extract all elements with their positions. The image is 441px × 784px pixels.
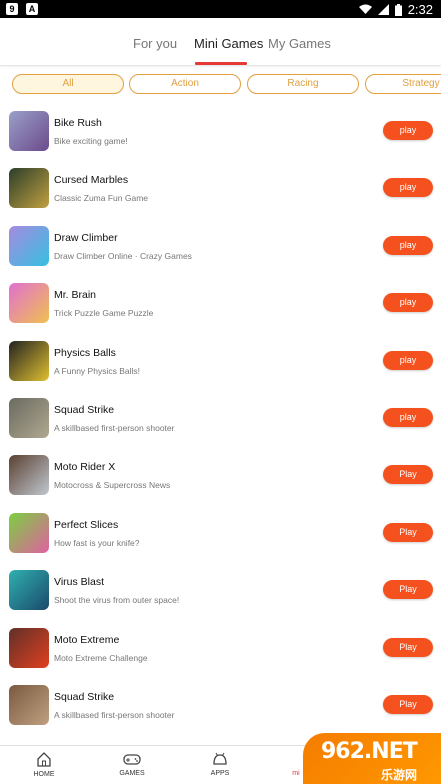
watermark-text: 962.NET: [321, 739, 418, 764]
game-thumbnail[interactable]: [9, 283, 49, 324]
game-row[interactable]: Physics Balls A Funny Physics Balls! play: [0, 333, 441, 390]
game-thumbnail[interactable]: [9, 455, 49, 496]
game-subtitle: How fast is your knife?: [54, 537, 140, 548]
game-row[interactable]: Mr. Brain Trick Puzzle Game Puzzle play: [0, 275, 441, 332]
play-button[interactable]: Play: [383, 580, 433, 600]
home-icon: [37, 752, 51, 767]
status-time: 2:32: [407, 2, 433, 17]
game-thumbnail[interactable]: [9, 512, 49, 553]
game-title: Bike Rush: [54, 117, 102, 129]
nav-games-label: GAMES: [119, 770, 145, 777]
nav-apps-label: APPS: [210, 770, 230, 777]
active-tab-indicator: [195, 62, 247, 65]
tab-for-you[interactable]: For you: [133, 36, 177, 51]
game-subtitle: Trick Puzzle Game Puzzle: [54, 308, 154, 319]
game-subtitle: Classic Zuma Fun Game: [54, 193, 148, 204]
play-button[interactable]: play: [383, 121, 433, 140]
game-title: Cursed Marbles: [54, 174, 129, 187]
watermark-subtext: 乐游网: [381, 768, 418, 782]
game-thumbnail[interactable]: [9, 570, 49, 611]
game-title: Virus Blast: [54, 576, 104, 589]
app-notification-icon: 9: [6, 3, 18, 15]
game-subtitle: A skillbased first-person shooter: [54, 423, 175, 433]
filter-all[interactable]: All: [12, 74, 124, 94]
play-button[interactable]: Play: [383, 695, 433, 714]
game-thumbnail[interactable]: [9, 685, 49, 725]
play-button[interactable]: Play: [383, 465, 433, 485]
game-subtitle: A skillbased first-person shooter: [54, 710, 175, 720]
category-filters: All Action Racing Strategy: [0, 74, 441, 98]
filter-strategy[interactable]: Strategy: [365, 74, 441, 94]
play-button[interactable]: play: [383, 178, 433, 198]
game-title: Moto Extreme: [54, 633, 120, 646]
top-tab-bar: For you Mini Games My Games: [0, 18, 441, 66]
game-row[interactable]: Squad Strike A skillbased first-person sh…: [0, 677, 441, 734]
game-subtitle: Bike exciting game!: [54, 136, 128, 146]
game-subtitle: Shoot the virus from outer space!: [54, 595, 180, 606]
game-thumbnail[interactable]: [9, 627, 49, 668]
game-row[interactable]: Moto Extreme Moto Extreme Challenge Play: [0, 620, 441, 677]
game-thumbnail[interactable]: [9, 340, 49, 381]
nav-games[interactable]: GAMES: [112, 752, 152, 777]
android-icon: [213, 752, 227, 765]
game-title: Physics Balls: [54, 346, 116, 359]
game-subtitle: Draw Climber Online · Crazy Games: [54, 250, 192, 261]
play-button[interactable]: Play: [383, 637, 433, 657]
watermark-logo: 962.NET 乐游网: [303, 733, 441, 784]
gamepad-icon: [123, 754, 141, 765]
nav-home-label: HOME: [33, 771, 55, 778]
play-button[interactable]: play: [383, 235, 433, 255]
game-title: Squad Strike: [54, 404, 115, 416]
signal-icon: [377, 4, 389, 15]
tab-my-games[interactable]: My Games: [268, 36, 331, 51]
game-title: Draw Climber: [54, 231, 118, 244]
game-row[interactable]: Moto Rider X Motocross & Supercross News P…: [0, 447, 441, 504]
game-subtitle: A Funny Physics Balls!: [54, 365, 140, 376]
nav-home[interactable]: HOME: [24, 752, 64, 778]
game-thumbnail[interactable]: [9, 398, 49, 438]
game-title: Moto Rider X: [54, 461, 116, 474]
nav-apps[interactable]: APPS: [200, 752, 240, 777]
game-title: Squad Strike: [54, 691, 115, 703]
a-notification-icon: A: [26, 3, 38, 15]
battery-icon: [394, 3, 402, 16]
game-row[interactable]: Perfect Slices How fast is your knife? Pla…: [0, 505, 441, 562]
play-button[interactable]: Play: [383, 522, 433, 542]
game-subtitle: Moto Extreme Challenge: [54, 652, 148, 663]
filter-action[interactable]: Action: [129, 74, 241, 94]
game-thumbnail[interactable]: [9, 168, 49, 209]
status-bar: 9 A 2:32: [0, 0, 441, 18]
game-title: Mr. Brain: [54, 289, 97, 302]
game-title: Perfect Slices: [54, 518, 119, 531]
wifi-icon: [358, 4, 372, 14]
game-row[interactable]: Cursed Marbles Classic Zuma Fun Game play: [0, 160, 441, 217]
game-row[interactable]: Bike Rush Bike exciting game! play: [0, 103, 441, 160]
game-subtitle: Motocross & Supercross News: [54, 480, 171, 491]
game-row[interactable]: Virus Blast Shoot the virus from outer sp…: [0, 562, 441, 619]
play-button[interactable]: play: [383, 408, 433, 427]
game-thumbnail[interactable]: [9, 225, 49, 266]
tab-mini-games[interactable]: Mini Games: [194, 36, 263, 51]
filter-racing[interactable]: Racing: [247, 74, 359, 94]
play-button[interactable]: play: [383, 350, 433, 370]
game-row[interactable]: Draw Climber Draw Climber Online · Crazy …: [0, 218, 441, 275]
game-row[interactable]: Squad Strike A skillbased first-person sh…: [0, 390, 441, 447]
game-thumbnail[interactable]: [9, 111, 49, 151]
play-button[interactable]: play: [383, 293, 433, 313]
